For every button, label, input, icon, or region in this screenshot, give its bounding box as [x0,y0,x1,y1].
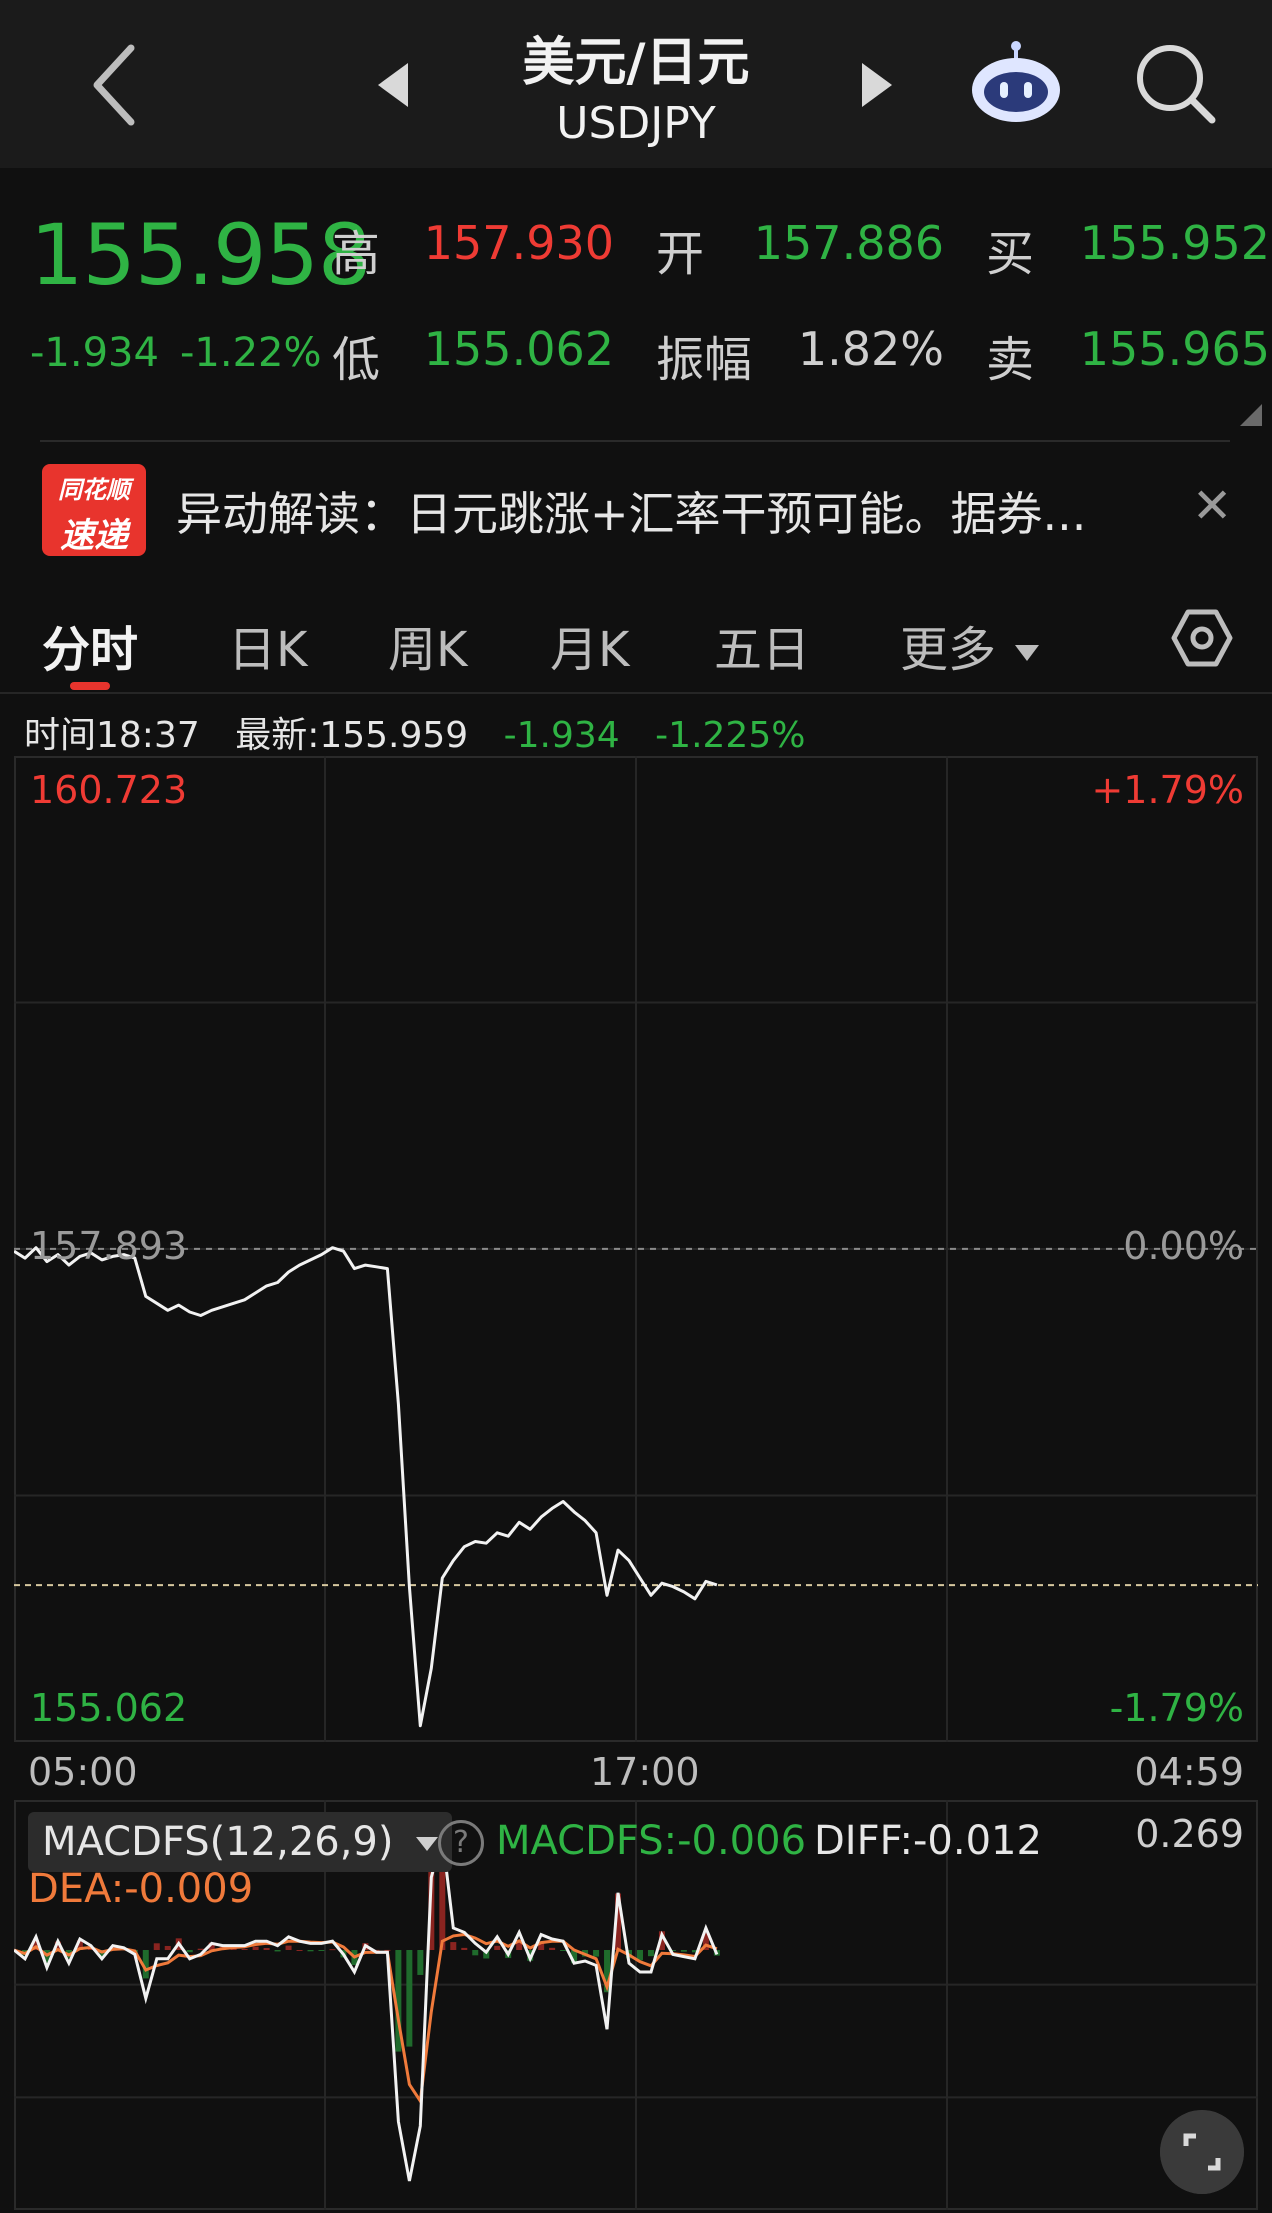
expand-quote-corner-icon[interactable] [1240,404,1262,426]
next-symbol-icon[interactable] [862,63,892,107]
period-tabs: 分时 日K 周K 月K 五日 更多 [0,586,1272,694]
divider [0,692,1272,694]
macd-bar [494,1945,501,1950]
high-value: 157.930 [423,216,614,270]
last-price: 155.958 [30,206,371,304]
symbol-title: 美元/日元 [522,33,750,93]
hexagon-settings-icon[interactable] [1170,606,1234,670]
macd-bar [296,1949,303,1951]
expand-icon[interactable] [1160,2110,1244,2194]
y-axis-prev-close-label: 157.893 [30,1224,188,1268]
news-banner[interactable]: 同花顺 速递 异动解读：日元跳涨+汇率干预可能。据券... ✕ [0,444,1272,574]
caret-down-icon [416,1837,439,1851]
y-axis-bottom-label: 155.062 [30,1686,188,1730]
macd-bar [252,1946,259,1950]
macd-bar [263,1948,270,1950]
tab-five-day[interactable]: 五日 [714,610,810,680]
divider [40,440,1230,442]
macd-bar [593,1950,600,1957]
macd-bar [241,1948,248,1950]
high-label: 高 [332,226,381,282]
macd-bar [450,1942,457,1950]
macd-bar [186,1950,193,1953]
tab-monthly-k[interactable]: 月K [550,610,629,680]
tab-more-label: 更多 [900,622,997,678]
macd-bar [549,1947,556,1950]
indicator-selector[interactable]: MACDFS(12,26,9) [28,1812,453,1872]
dea-value: DEA:-0.009 [28,1866,254,1912]
macd-bar [647,1950,654,1957]
intraday-chart[interactable] [14,756,1258,1742]
y-axis-top-pct: +1.79% [1091,768,1244,812]
news-logo: 同花顺 速递 [42,464,146,556]
price-change-pct: -1.22% [180,330,322,376]
x-axis-start-label: 05:00 [28,1750,138,1794]
info-latest: 最新:155.959 [235,715,469,756]
tab-intraday[interactable]: 分时 [42,610,138,680]
macd-bar [307,1950,314,1952]
macd-bar [285,1945,292,1950]
low-value: 155.062 [423,322,614,376]
info-time: 时间18:37 [24,715,200,756]
news-logo-line2: 速递 [60,516,128,556]
macd-axis-top: 0.269 [1135,1812,1244,1856]
active-tab-indicator [70,682,110,690]
x-axis-end-label: 04:59 [1134,1750,1244,1794]
macd-bar [461,1947,468,1950]
macd-bar [153,1943,160,1950]
buy-label: 买 [986,226,1035,282]
tab-daily-k[interactable]: 日K [228,610,307,680]
indicator-selector-label: MACDFS(12,26,9) [42,1819,394,1865]
search-icon[interactable] [1132,40,1218,126]
tab-weekly-k[interactable]: 周K [388,610,467,680]
prev-symbol-icon[interactable] [378,63,408,107]
y-axis-prev-close-pct: 0.00% [1123,1224,1244,1268]
open-value: 157.886 [753,216,944,270]
macd-bar [197,1948,204,1950]
symbol-code: USDJPY [556,98,716,149]
amplitude-value: 1.82% [797,322,944,376]
amplitude-label: 振幅 [656,332,753,388]
tab-more[interactable]: 更多 [900,610,1040,680]
macd-bar [472,1950,479,1956]
macd-bar [560,1950,567,1951]
top-nav-bar: 美元/日元 USDJPY [0,0,1272,168]
macd-bar [406,1950,413,2047]
macd-bar [680,1950,687,1952]
open-label: 开 [656,226,705,282]
news-text[interactable]: 异动解读：日元跳涨+汇率干预可能。据券... [176,478,1176,544]
crosshair-info: 时间18:37 最新:155.959 -1.934 -1.225% [24,706,829,758]
macd-bar [417,1950,424,1975]
info-change-pct: -1.225% [655,715,806,756]
caret-down-icon [1015,645,1040,661]
back-icon[interactable] [85,40,145,130]
y-axis-top-label: 160.723 [30,768,188,812]
info-change: -1.934 [503,715,620,756]
help-icon[interactable]: ? [438,1820,484,1866]
macd-bar [274,1950,281,1952]
low-label: 低 [332,332,381,388]
macd-bar [164,1945,171,1950]
macdfs-value: MACDFS:-0.006 [496,1818,807,1864]
macd-bar [329,1949,336,1951]
buy-value: 155.952 [1079,216,1270,270]
x-axis-mid-label: 17:00 [590,1750,700,1794]
sell-label: 卖 [986,332,1035,388]
close-icon[interactable]: ✕ [1192,478,1232,534]
news-logo-line1: 同花顺 [58,476,130,504]
price-change: -1.934 [30,330,159,376]
sell-value: 155.965 [1079,322,1270,376]
y-axis-bottom-pct: -1.79% [1109,1686,1244,1730]
diff-value: DIFF:-0.012 [814,1818,1042,1864]
robot-icon[interactable] [968,38,1064,126]
price-line [14,1246,718,1728]
macd-bar [318,1950,325,1951]
